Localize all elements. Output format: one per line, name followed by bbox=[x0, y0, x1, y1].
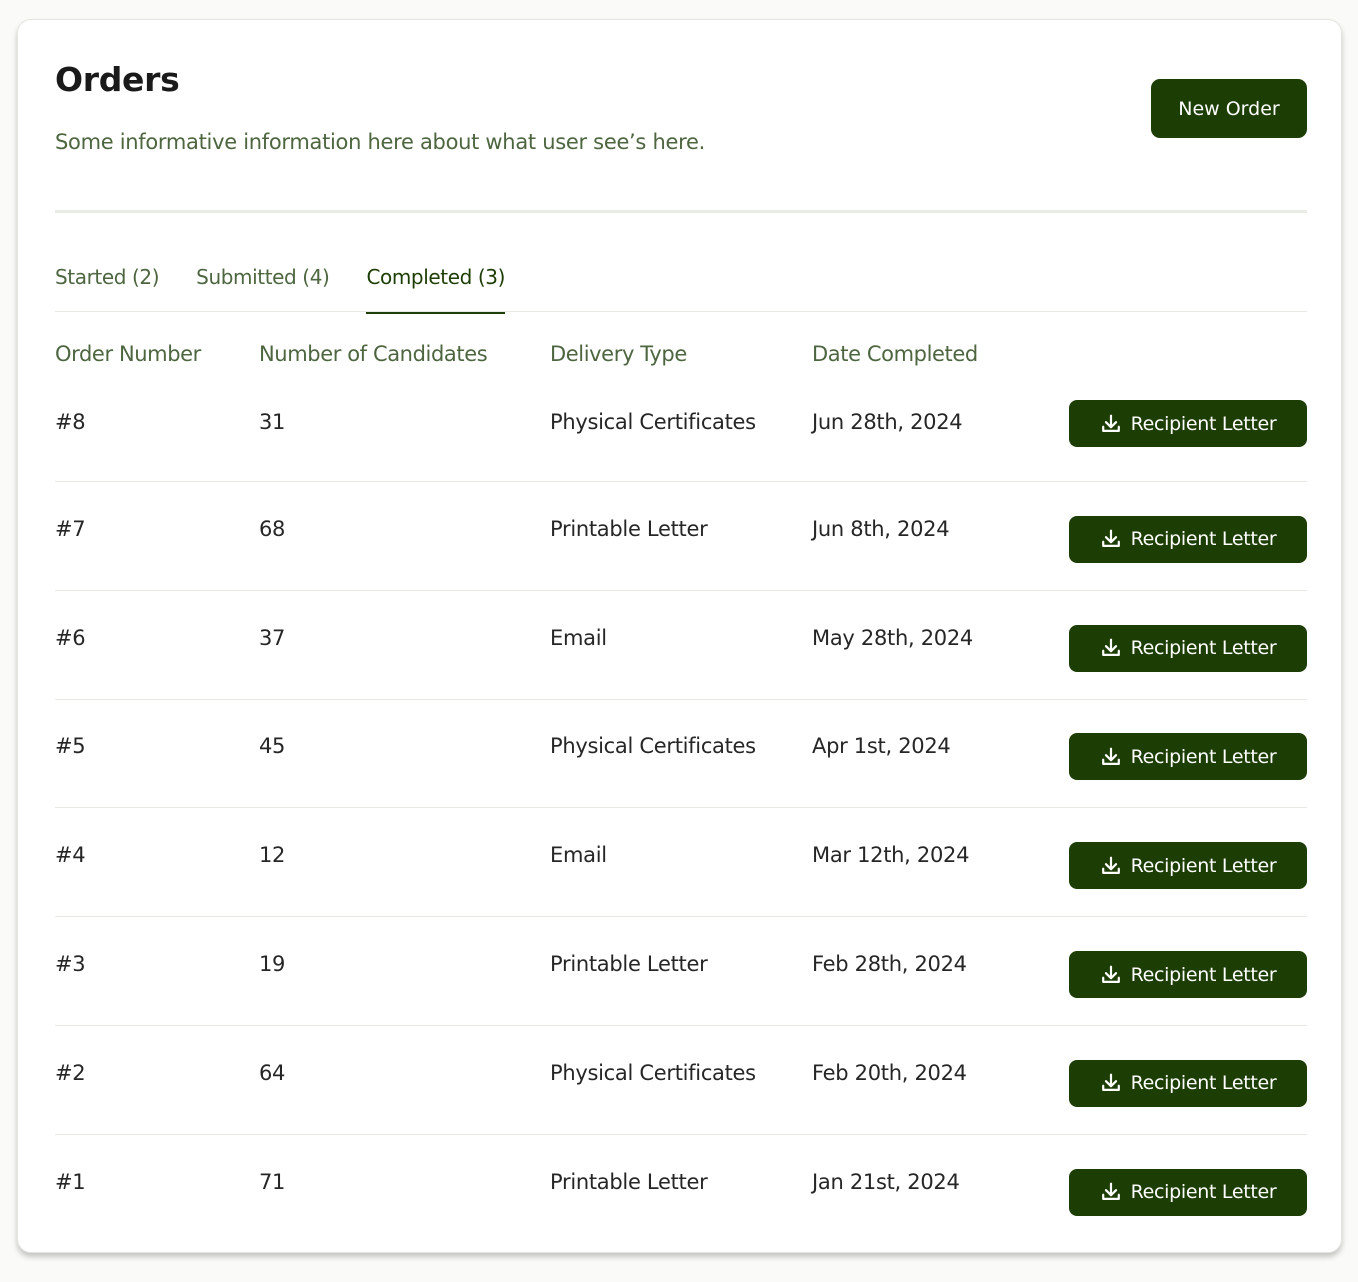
delivery-type-cell: Email bbox=[550, 625, 607, 650]
table-row: #3 19 Printable Letter Feb 28th, 2024 Recipi… bbox=[18, 934, 1341, 1043]
delivery-type-cell: Physical Certificates bbox=[550, 1060, 756, 1085]
recipient-letter-button[interactable]: Recipient Letter bbox=[1069, 1059, 1307, 1107]
candidates-cell: 31 bbox=[259, 410, 286, 434]
download-icon bbox=[1100, 528, 1122, 550]
column-header-date-completed: Date Completed bbox=[812, 342, 978, 366]
recipient-letter-label: Recipient Letter bbox=[1130, 528, 1277, 551]
date-completed-cell: Feb 28th, 2024 bbox=[812, 952, 967, 976]
delivery-type-cell: Printable Letter bbox=[550, 952, 708, 976]
order-number-cell: #1 bbox=[55, 1169, 86, 1194]
download-icon bbox=[1100, 964, 1122, 986]
recipient-letter-button[interactable]: Recipient Letter bbox=[1069, 1168, 1307, 1216]
row-divider bbox=[55, 1025, 1307, 1026]
row-divider bbox=[55, 481, 1307, 482]
download-icon bbox=[1100, 855, 1122, 877]
delivery-type-cell: Physical Certificates bbox=[550, 734, 756, 759]
download-icon bbox=[1100, 413, 1122, 435]
candidates-cell: 19 bbox=[259, 952, 286, 976]
recipient-letter-button[interactable]: Recipient Letter bbox=[1069, 842, 1307, 890]
recipient-letter-button[interactable]: Recipient Letter bbox=[1069, 624, 1307, 672]
order-number-cell: #5 bbox=[55, 734, 86, 759]
candidates-cell: 45 bbox=[259, 734, 286, 759]
download-icon bbox=[1100, 1181, 1122, 1203]
delivery-type-cell: Printable Letter bbox=[550, 1169, 708, 1194]
header-divider bbox=[55, 210, 1307, 213]
recipient-letter-label: Recipient Letter bbox=[1130, 854, 1277, 877]
column-header-number-of-candidates: Number of Candidates bbox=[259, 342, 488, 366]
page-description: Some informative information here about … bbox=[55, 130, 705, 154]
order-number-cell: #8 bbox=[55, 410, 86, 434]
recipient-letter-label: Recipient Letter bbox=[1130, 1181, 1277, 1204]
tab-started[interactable]: Started (2) bbox=[55, 265, 160, 314]
download-icon bbox=[1100, 637, 1122, 659]
date-completed-cell: Feb 20th, 2024 bbox=[812, 1060, 967, 1085]
row-divider bbox=[55, 916, 1307, 918]
recipient-letter-label: Recipient Letter bbox=[1130, 963, 1277, 986]
date-completed-cell: Jun 8th, 2024 bbox=[812, 516, 950, 541]
row-divider bbox=[55, 1133, 1307, 1135]
candidates-cell: 64 bbox=[259, 1060, 286, 1085]
order-number-cell: #3 bbox=[55, 952, 86, 976]
candidates-cell: 71 bbox=[259, 1169, 286, 1194]
order-number-cell: #6 bbox=[55, 625, 86, 650]
order-number-cell: #4 bbox=[55, 843, 86, 868]
recipient-letter-label: Recipient Letter bbox=[1130, 637, 1277, 660]
candidates-cell: 12 bbox=[259, 843, 286, 868]
date-completed-cell: May 28th, 2024 bbox=[812, 625, 973, 650]
download-icon bbox=[1100, 746, 1122, 768]
new-order-button[interactable]: New Order bbox=[1151, 79, 1307, 138]
recipient-letter-button[interactable]: Recipient Letter bbox=[1069, 515, 1307, 563]
tab-completed[interactable]: Completed (3) bbox=[366, 265, 505, 314]
date-completed-cell: Jun 28th, 2024 bbox=[812, 410, 963, 434]
recipient-letter-button[interactable]: Recipient Letter bbox=[1069, 400, 1307, 447]
column-header-delivery-type: Delivery Type bbox=[550, 342, 687, 366]
candidates-cell: 68 bbox=[259, 516, 286, 541]
recipient-letter-button[interactable]: Recipient Letter bbox=[1069, 951, 1307, 998]
recipient-letter-label: Recipient Letter bbox=[1130, 1072, 1277, 1095]
table-row: #6 37 Email May 28th, 2024 Recipient Letter bbox=[18, 608, 1341, 717]
tabs-divider bbox=[55, 311, 1307, 312]
table-row: #5 45 Physical Certificates Apr 1st, 2024 Re… bbox=[18, 716, 1341, 825]
candidates-cell: 37 bbox=[259, 625, 286, 650]
download-icon bbox=[1100, 1072, 1122, 1094]
row-divider bbox=[55, 807, 1307, 809]
table-row: #1 71 Printable Letter Jan 21st, 2024 Recipi… bbox=[18, 1152, 1341, 1261]
orders-card: Orders Some informative information here… bbox=[17, 19, 1342, 1253]
page-title: Orders bbox=[55, 60, 180, 99]
order-status-tabs: Started (2) Submitted (4) Completed (3) bbox=[55, 265, 505, 314]
table-row: #4 12 Email Mar 12th, 2024 Recipient Letter bbox=[18, 825, 1341, 934]
order-number-cell: #7 bbox=[55, 516, 86, 541]
row-divider bbox=[55, 698, 1307, 700]
row-divider bbox=[55, 589, 1307, 591]
table-row: #8 31 Physical Certificates Jun 28th, 2024 R… bbox=[18, 390, 1341, 499]
date-completed-cell: Jan 21st, 2024 bbox=[812, 1169, 960, 1194]
table-row: #2 64 Physical Certificates Feb 20th, 2024 R… bbox=[18, 1043, 1341, 1152]
date-completed-cell: Mar 12th, 2024 bbox=[812, 843, 970, 868]
table-row: #7 68 Printable Letter Jun 8th, 2024 Recipie… bbox=[18, 499, 1341, 608]
recipient-letter-button[interactable]: Recipient Letter bbox=[1069, 733, 1307, 781]
delivery-type-cell: Printable Letter bbox=[550, 516, 708, 541]
date-completed-cell: Apr 1st, 2024 bbox=[812, 734, 951, 759]
order-number-cell: #2 bbox=[55, 1060, 86, 1085]
delivery-type-cell: Physical Certificates bbox=[550, 410, 756, 434]
delivery-type-cell: Email bbox=[550, 843, 607, 868]
recipient-letter-label: Recipient Letter bbox=[1130, 745, 1277, 768]
recipient-letter-label: Recipient Letter bbox=[1130, 412, 1277, 435]
tab-submitted[interactable]: Submitted (4) bbox=[196, 265, 330, 314]
column-header-order-number: Order Number bbox=[55, 342, 201, 366]
